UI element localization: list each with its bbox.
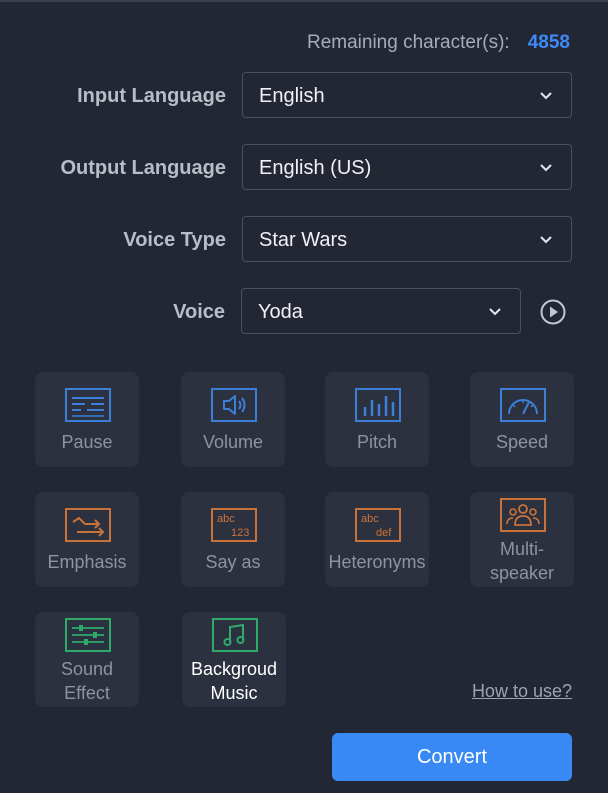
tool-label: Multi- speaker xyxy=(470,537,574,585)
say-as-icon-bottom: 123 xyxy=(231,527,249,539)
input-language-row: Input Language English xyxy=(0,72,608,120)
voice-value: Yoda xyxy=(258,301,303,323)
tool-label: Pause xyxy=(61,432,113,452)
output-language-value: English (US) xyxy=(259,157,372,179)
tool-label-line2: speaker xyxy=(489,563,555,583)
tool-label-line1: Sound xyxy=(60,659,114,679)
tool-label-line2: Effect xyxy=(64,683,110,703)
multi-speaker-icon xyxy=(500,498,546,532)
heteronyms-icon-top: abc xyxy=(361,513,379,525)
tool-emphasis[interactable]: Emphasis xyxy=(35,492,139,587)
emphasis-icon xyxy=(65,508,111,542)
voice-row: Voice Yoda xyxy=(0,288,608,336)
voice-type-select[interactable]: Star Wars xyxy=(242,216,572,262)
speed-icon xyxy=(500,388,546,422)
remaining-characters: Remaining character(s): 4858 xyxy=(307,32,570,54)
input-language-label: Input Language xyxy=(77,85,226,107)
voice-type-value: Star Wars xyxy=(259,229,348,251)
tool-label-line1: Multi- xyxy=(500,539,544,559)
tool-background-music[interactable]: Backgroud Music xyxy=(182,612,286,707)
pitch-icon xyxy=(355,388,401,422)
heteronyms-icon-bottom: def xyxy=(376,527,392,539)
voice-select[interactable]: Yoda xyxy=(241,288,521,334)
tool-heteronyms[interactable]: abc def Heteronyms xyxy=(325,492,429,587)
play-preview-icon[interactable] xyxy=(540,299,566,325)
output-language-select[interactable]: English (US) xyxy=(242,144,572,190)
tool-label: Backgroud Music xyxy=(182,657,286,705)
tool-pause[interactable]: Pause xyxy=(35,372,139,467)
top-border xyxy=(0,0,608,2)
tool-pitch[interactable]: Pitch xyxy=(325,372,429,467)
tool-label: Emphasis xyxy=(47,552,127,572)
chevron-down-icon xyxy=(540,92,552,100)
voice-type-row: Voice Type Star Wars xyxy=(0,216,608,264)
volume-icon xyxy=(211,388,257,422)
tool-label: Volume xyxy=(202,432,264,452)
say-as-icon-top: abc xyxy=(217,513,235,525)
chevron-down-icon xyxy=(540,164,552,172)
tool-label: Say as xyxy=(205,552,261,572)
chevron-down-icon xyxy=(540,236,552,244)
say-as-icon: abc 123 xyxy=(211,508,257,542)
tool-multi-speaker[interactable]: Multi- speaker xyxy=(470,492,574,587)
tool-label-line1: Backgroud xyxy=(190,659,278,679)
remaining-count: 4858 xyxy=(527,32,570,53)
sound-effect-icon xyxy=(65,618,111,652)
tool-label: Heteronyms xyxy=(328,552,426,572)
heteronyms-icon: abc def xyxy=(355,508,401,542)
tool-label: Sound Effect xyxy=(35,657,139,705)
output-language-row: Output Language English (US) xyxy=(0,144,608,192)
how-to-use-link[interactable]: How to use? xyxy=(472,681,572,702)
music-icon xyxy=(212,618,258,652)
tool-say-as[interactable]: abc 123 Say as xyxy=(181,492,285,587)
remaining-label: Remaining character(s): xyxy=(306,32,510,53)
convert-button[interactable]: Convert xyxy=(332,733,572,781)
tool-volume[interactable]: Volume xyxy=(181,372,285,467)
pause-icon xyxy=(65,388,111,422)
chevron-down-icon xyxy=(489,308,501,316)
input-language-select[interactable]: English xyxy=(242,72,572,118)
tool-sound-effect[interactable]: Sound Effect xyxy=(35,612,139,707)
voice-label: Voice xyxy=(173,301,225,323)
output-language-label: Output Language xyxy=(60,157,226,179)
tool-label: Pitch xyxy=(356,432,398,452)
tool-speed[interactable]: Speed xyxy=(470,372,574,467)
voice-type-label: Voice Type xyxy=(123,229,226,251)
input-language-value: English xyxy=(259,85,325,107)
tool-label: Speed xyxy=(495,432,549,452)
tool-label-line2: Music xyxy=(210,683,258,703)
